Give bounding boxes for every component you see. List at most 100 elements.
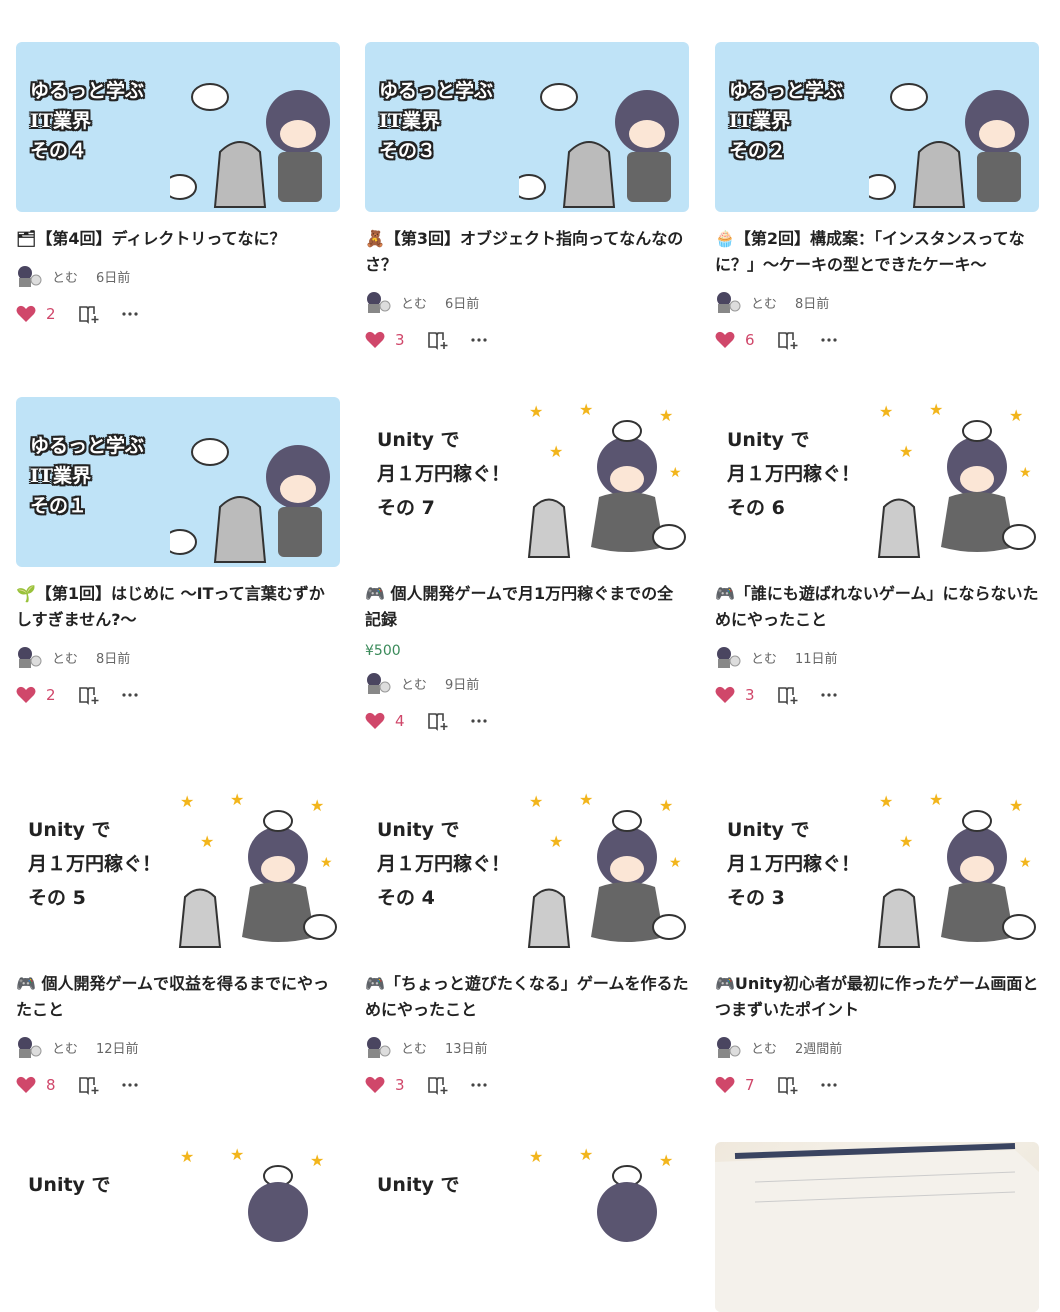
avatar[interactable] (365, 1035, 391, 1059)
thumbnail[interactable]: Unity で 月１万円稼ぐ！ その 5 ★ ★ ★ ★ ★ (16, 787, 340, 957)
thumbnail[interactable]: Unity で 月１万円稼ぐ！ その 3 ★ ★ ★ ★ ★ (715, 787, 1039, 957)
article-title[interactable]: 🧁【第2回】構成案：「インスタンスってなに？」〜ケーキの型とできたケーキ〜 (715, 226, 1039, 278)
article-title[interactable]: 🧸【第3回】オブジェクト指向ってなんなのさ？ (365, 226, 689, 278)
author-name[interactable]: とむ (401, 1038, 427, 1057)
more-options-button[interactable] (121, 693, 138, 697)
thumbnail[interactable]: Unity で 月１万円稼ぐ！ その 7 ★ ★ ★ ★ ★ (365, 397, 689, 567)
svg-text:★: ★ (1009, 406, 1023, 425)
add-to-magazine-button[interactable] (777, 330, 799, 350)
article-card[interactable]: ゆるっと学ぶ IT業界 その４ 🗂【第4回】ディレクトリってなに？ とむ 6日前… (16, 42, 340, 326)
article-title[interactable]: 🎮 個人開発ゲームで収益を得るまでにやったこと (16, 971, 340, 1023)
more-options-button[interactable] (470, 1083, 487, 1087)
article-card[interactable]: Unity で 月１万円稼ぐ！ その 6 ★ ★ ★ ★ ★ 🎮「誰にも遊ばれないゲー… (715, 397, 1039, 707)
more-options-button[interactable] (121, 1083, 138, 1087)
add-to-magazine-button[interactable] (427, 711, 449, 731)
heart-icon (16, 686, 36, 703)
author-name[interactable]: とむ (52, 267, 78, 286)
heart-icon (715, 1076, 735, 1093)
article-card[interactable]: Unity で ★ ★ ★ (16, 1142, 340, 1312)
avatar[interactable] (715, 1035, 741, 1059)
add-to-magazine-button[interactable] (78, 685, 100, 705)
add-to-magazine-button[interactable] (777, 685, 799, 705)
more-options-button[interactable] (820, 1083, 837, 1087)
more-options-button[interactable] (820, 338, 837, 342)
like-button[interactable]: 6 (715, 331, 755, 349)
article-card[interactable] (715, 1142, 1039, 1312)
article-card[interactable]: Unity で 月１万円稼ぐ！ その 4 ★ ★ ★ ★ ★ 🎮「ちょっと遊びたくなる… (365, 787, 689, 1097)
more-icon (820, 693, 837, 697)
article-title[interactable]: 🌱【第1回】はじめに 〜ITって言葉むずかしすぎません?〜 (16, 581, 340, 633)
add-to-magazine-button[interactable] (427, 330, 449, 350)
thumbnail[interactable] (715, 1142, 1039, 1312)
thumbnail[interactable]: Unity で ★ ★ ★ (16, 1142, 340, 1312)
article-card[interactable]: Unity で ★ ★ ★ (365, 1142, 689, 1312)
article-title[interactable]: 🎮Unity初心者が最初に作ったゲーム画面とつまずいたポイント (715, 971, 1039, 1023)
more-options-button[interactable] (121, 312, 138, 316)
article-card[interactable]: Unity で 月１万円稼ぐ！ その 3 ★ ★ ★ ★ ★ 🎮Unity初心者が最初… (715, 787, 1039, 1097)
like-button[interactable]: 2 (16, 305, 56, 323)
like-count: 6 (745, 331, 755, 349)
avatar[interactable] (16, 645, 42, 669)
more-icon (470, 338, 487, 342)
author-name[interactable]: とむ (751, 648, 777, 667)
add-to-magazine-button[interactable] (78, 304, 100, 324)
more-options-button[interactable] (820, 693, 837, 697)
thumbnail[interactable]: ゆるっと学ぶ IT業界 その２ (715, 42, 1039, 212)
svg-text:★: ★ (549, 442, 563, 461)
like-button[interactable]: 7 (715, 1076, 755, 1094)
add-to-magazine-button[interactable] (427, 1075, 449, 1095)
more-icon (121, 1083, 138, 1087)
avatar[interactable] (365, 671, 391, 695)
article-title[interactable]: 🎮 個人開発ゲームで月1万円稼ぐまでの全記録 (365, 581, 689, 633)
article-card[interactable]: ゆるっと学ぶ IT業界 その２ 🧁【第2回】構成案：「インスタンスってなに？」〜… (715, 42, 1039, 352)
like-button[interactable]: 2 (16, 686, 56, 704)
author-name[interactable]: とむ (401, 293, 427, 312)
magazine-add-icon (777, 1077, 798, 1095)
author-name[interactable]: とむ (751, 1038, 777, 1057)
avatar[interactable] (16, 264, 42, 288)
heart-icon (365, 331, 385, 348)
like-count: 3 (395, 331, 405, 349)
like-button[interactable]: 3 (365, 1076, 405, 1094)
avatar[interactable] (365, 290, 391, 314)
article-card[interactable]: Unity で 月１万円稼ぐ！ その 5 ★ ★ ★ ★ ★ 🎮 個人開発ゲームで収益… (16, 787, 340, 1097)
add-to-magazine-button[interactable] (777, 1075, 799, 1095)
avatar[interactable] (715, 645, 741, 669)
thumbnail-text: Unity で 月１万円稼ぐ！ その 6 (727, 429, 861, 519)
thumbnail[interactable]: Unity で ★ ★ ★ (365, 1142, 689, 1312)
like-button[interactable]: 3 (365, 331, 405, 349)
svg-text:★: ★ (180, 1147, 194, 1166)
avatar[interactable] (16, 1035, 42, 1059)
thumbnail-text: ゆるっと学ぶ IT業界 その３ (379, 80, 494, 162)
like-button[interactable]: 4 (365, 712, 405, 730)
like-button[interactable]: 8 (16, 1076, 56, 1094)
thumbnail[interactable]: Unity で 月１万円稼ぐ！ その 4 ★ ★ ★ ★ ★ (365, 787, 689, 957)
more-options-button[interactable] (470, 719, 487, 723)
thumbnail-text: Unity で 月１万円稼ぐ！ その 7 (377, 429, 511, 519)
character-illustration-icon: ★ ★ ★ ★ ★ (178, 790, 337, 948)
thumbnail[interactable]: Unity で 月１万円稼ぐ！ その 6 ★ ★ ★ ★ ★ (715, 397, 1039, 567)
article-title[interactable]: 🎮「ちょっと遊びたくなる」ゲームを作るためにやったこと (365, 971, 689, 1023)
like-button[interactable]: 3 (715, 686, 755, 704)
article-title[interactable]: 🗂【第4回】ディレクトリってなに？ (16, 226, 340, 252)
add-to-magazine-button[interactable] (78, 1075, 100, 1095)
thumbnail[interactable]: ゆるっと学ぶ IT業界 その１ (16, 397, 340, 567)
article-card[interactable]: ゆるっと学ぶ IT業界 その３ 🧸【第3回】オブジェクト指向ってなんなのさ？ と… (365, 42, 689, 352)
publish-date: 6日前 (96, 270, 131, 286)
author-name[interactable]: とむ (401, 674, 427, 693)
author-name[interactable]: とむ (52, 648, 78, 667)
thumbnail[interactable]: ゆるっと学ぶ IT業界 その３ (365, 42, 689, 212)
magazine-add-icon (777, 332, 798, 350)
article-card[interactable]: ゆるっと学ぶ IT業界 その１ 🌱【第1回】はじめに 〜ITって言葉むずかしすぎ… (16, 397, 340, 707)
character-illustration-icon (869, 83, 1029, 208)
author-name[interactable]: とむ (52, 1038, 78, 1057)
avatar[interactable] (715, 290, 741, 314)
author-name[interactable]: とむ (751, 293, 777, 312)
article-card[interactable]: Unity で 月１万円稼ぐ！ その 7 ★ ★ ★ ★ ★ 🎮 個人開発ゲームで月1… (365, 397, 689, 733)
thumbnail[interactable]: ゆるっと学ぶ IT業界 その４ (16, 42, 340, 212)
svg-text:★: ★ (180, 792, 194, 811)
svg-text:★: ★ (579, 1145, 593, 1164)
like-count: 7 (745, 1076, 755, 1094)
article-title[interactable]: 🎮「誰にも遊ばれないゲーム」にならないためにやったこと (715, 581, 1039, 633)
more-options-button[interactable] (470, 338, 487, 342)
